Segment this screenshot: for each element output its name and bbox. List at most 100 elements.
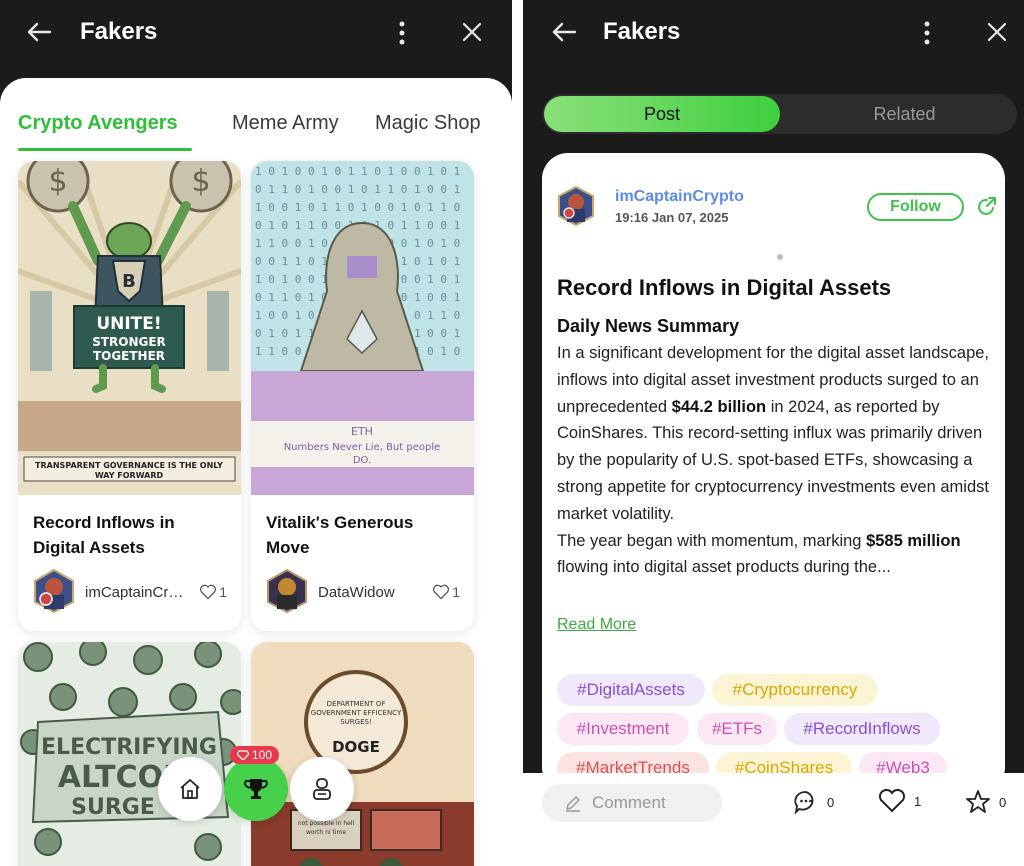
- read-more-link[interactable]: Read More: [557, 616, 636, 634]
- svg-text:DOGE: DOGE: [332, 738, 380, 756]
- tab-related[interactable]: Related: [792, 94, 1017, 134]
- gem-badge: 100: [230, 746, 280, 764]
- post-image: ELECTRIFYING ALTCOI SURGE: [18, 642, 241, 866]
- post-card-doge[interactable]: DEPARTMENT OF GOVERNMENT EFFICENCY SURGE…: [251, 642, 474, 866]
- top-bar: Fakers: [523, 0, 1024, 66]
- like-count[interactable]: 1: [199, 584, 227, 600]
- author-name: imCaptainCrypto: [85, 584, 189, 601]
- post-card-record-inflows[interactable]: $ $ B UNITE! STRONGER TOGETHER TRANSPARE…: [18, 161, 241, 631]
- home-button[interactable]: [158, 757, 222, 821]
- left-screen: Fakers Crypto Avengers Meme Army Magic S…: [0, 0, 512, 866]
- post-card-vitalik[interactable]: 1 0 1 0 0 1 0 1 1 0 1 0 0 1 0 1 0 1 1 0 …: [251, 161, 474, 631]
- close-icon[interactable]: [462, 22, 482, 42]
- home-icon: [180, 779, 200, 799]
- like-count-value: 1: [452, 584, 460, 600]
- top-bar: Fakers: [0, 0, 512, 66]
- tab-crypto-avengers[interactable]: Crypto Avengers: [18, 112, 178, 135]
- tag-etfs[interactable]: #ETFs: [697, 713, 777, 745]
- svg-text:DEPARTMENT OF: DEPARTMENT OF: [327, 700, 386, 708]
- comment-placeholder: Comment: [592, 793, 666, 812]
- svg-text:0 1 1 0 1 0 0 1 0 1 1 0 1 0 0: 0 1 1 0 1 0 0 1 0 1 1 0 1 0 0 1: [255, 183, 460, 196]
- body-highlight: $44.2 billion: [671, 397, 767, 416]
- heart-icon: [433, 584, 450, 600]
- svg-text:ALTCOI: ALTCOI: [58, 760, 175, 795]
- back-arrow-icon[interactable]: [551, 21, 577, 43]
- svg-text:ETH: ETH: [351, 425, 373, 438]
- svg-text:STRONGER: STRONGER: [92, 335, 166, 349]
- favorite-count-value: 0: [999, 794, 1007, 810]
- svg-text:1 0 0 1 0 1 1 0 1 0 0 1 0 1 1: 1 0 0 1 0 1 1 0 1 0 0 1 0 1 1 0: [255, 201, 460, 214]
- post-timestamp: 19:16 Jan 07, 2025: [615, 210, 729, 225]
- post-card-altcoin-surge[interactable]: ELECTRIFYING ALTCOI SURGE: [18, 642, 241, 866]
- avatar[interactable]: [32, 569, 76, 613]
- post-detail-card: imCaptainCrypto 19:16 Jan 07, 2025 Follo…: [542, 153, 1005, 793]
- like-count[interactable]: 1: [432, 584, 460, 600]
- svg-text:TRANSPARENT GOVERNANCE IS THE: TRANSPARENT GOVERNANCE IS THE ONLY: [35, 461, 223, 470]
- tab-magic-shop[interactable]: Magic Shop: [375, 112, 481, 135]
- tab-post[interactable]: Post: [544, 96, 780, 132]
- svg-text:B: B: [122, 271, 136, 292]
- post-action-bar: Comment 0 1 0: [523, 773, 1024, 866]
- post-subtitle: Daily News Summary: [557, 316, 740, 336]
- comment-input[interactable]: Comment: [542, 784, 722, 822]
- gem-icon: [237, 750, 249, 760]
- screen-divider: [512, 0, 523, 866]
- follow-button[interactable]: Follow: [867, 193, 964, 221]
- view-toggle: Post Related: [542, 94, 1017, 134]
- star-icon: [966, 790, 990, 813]
- gem-count: 100: [252, 748, 273, 762]
- carousel-indicator: [777, 254, 783, 260]
- svg-text:1 0 1 0 0 1 0 1 1 0 1 0 0 1 0: 1 0 1 0 0 1 0 1 1 0 1 0 0 1 0 1: [255, 165, 460, 178]
- avatar[interactable]: [265, 569, 309, 613]
- comment-count-value: 0: [827, 794, 835, 810]
- profile-button[interactable]: [290, 757, 354, 821]
- favorite-count[interactable]: 0: [965, 789, 1006, 815]
- svg-text:Numbers Never Lie, But people: Numbers Never Lie, But people: [284, 442, 441, 453]
- bottom-navigation: 100: [158, 746, 354, 822]
- body-highlight: $585 million: [866, 531, 961, 550]
- more-options-icon[interactable]: [398, 21, 406, 45]
- post-body: In a significant development for the dig…: [557, 340, 1002, 581]
- post-image: $ $ B UNITE! STRONGER TOGETHER TRANSPARE…: [18, 161, 241, 495]
- body-text: in 2024, as reported by CoinShares. This…: [557, 397, 989, 523]
- tag-digital-assets[interactable]: #DigitalAssets: [557, 674, 705, 706]
- comment-count[interactable]: 0: [793, 789, 834, 815]
- tag-investment[interactable]: #Investment: [557, 713, 689, 745]
- back-arrow-icon[interactable]: [26, 21, 52, 43]
- svg-text:$: $: [48, 164, 67, 199]
- svg-text:worth ni time: worth ni time: [306, 829, 346, 836]
- profile-icon: [313, 778, 331, 800]
- svg-text:SURGE: SURGE: [71, 795, 155, 820]
- svg-text:$: $: [191, 164, 210, 199]
- comment-icon: [794, 791, 814, 815]
- svg-text:WAY FORWARD: WAY FORWARD: [95, 471, 164, 480]
- heart-icon: [200, 584, 217, 600]
- more-options-icon[interactable]: [923, 21, 931, 45]
- body-text: flowing into digital asset products duri…: [557, 558, 891, 577]
- like-count-value: 1: [914, 793, 922, 809]
- heart-icon: [878, 789, 906, 813]
- author-name: DataWidow: [318, 584, 395, 601]
- post-title: Record Inflows in Digital Assets: [33, 513, 175, 557]
- svg-text:SURGES!: SURGES!: [340, 718, 372, 726]
- right-screen: Fakers Post Related imCaptainCrypto 19:1…: [523, 0, 1024, 866]
- close-icon[interactable]: [987, 22, 1007, 42]
- svg-text:UNITE!: UNITE!: [96, 314, 161, 334]
- post-title: Vitalik's Generous Move: [266, 513, 414, 557]
- tag-record-inflows[interactable]: #RecordInflows: [784, 713, 940, 745]
- author-username[interactable]: imCaptainCrypto: [615, 188, 744, 206]
- post-image: 1 0 1 0 0 1 0 1 1 0 1 0 0 1 0 1 0 1 1 0 …: [251, 161, 474, 495]
- svg-text:DO.: DO.: [353, 455, 371, 466]
- pencil-icon: [566, 796, 580, 812]
- body-text: The year began with momentum, marking: [557, 531, 867, 550]
- active-tab-indicator: [18, 148, 192, 151]
- like-count[interactable]: 1: [878, 789, 921, 813]
- svg-text:TOGETHER: TOGETHER: [93, 349, 165, 363]
- tag-cryptocurrency[interactable]: #Cryptocurrency: [712, 674, 878, 706]
- post-title: Record Inflows in Digital Assets: [557, 275, 892, 300]
- author-avatar[interactable]: [557, 186, 595, 226]
- app-title: Fakers: [80, 18, 158, 45]
- leaderboard-button[interactable]: [224, 757, 288, 821]
- tab-meme-army[interactable]: Meme Army: [232, 112, 339, 135]
- share-icon[interactable]: [976, 196, 998, 218]
